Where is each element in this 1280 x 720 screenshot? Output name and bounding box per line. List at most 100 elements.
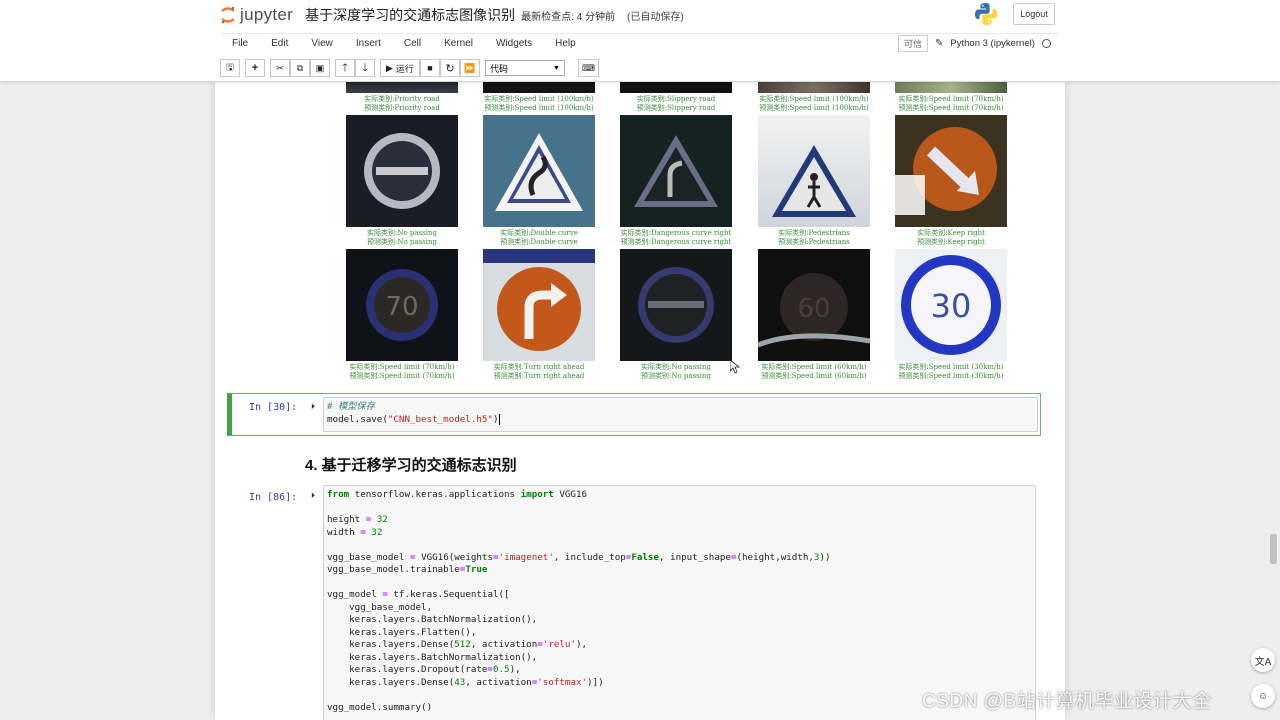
save-button[interactable]: 🖫 <box>220 59 240 77</box>
cut-button[interactable]: ✂ <box>270 59 290 77</box>
move-up-button[interactable]: 🡑 <box>335 59 355 77</box>
sign-image-speed-limit-60: 60 <box>758 249 870 361</box>
code-cell-30[interactable]: In [30]: ⏵ # 模型保存 model.save("CNN_best_m… <box>227 393 1041 436</box>
caption-14: 实际类别:Speed limit (60km/h) 预测类别:Speed limi… <box>734 363 894 381</box>
mouse-cursor-icon <box>730 360 740 374</box>
assistant-button[interactable]: ☺ <box>1251 684 1275 708</box>
page-scrollbar[interactable] <box>1270 534 1277 564</box>
trusted-badge[interactable]: 可信 <box>898 35 929 52</box>
sign-image-speed-limit-100 <box>483 82 595 93</box>
menu-kernel[interactable]: Kernel <box>444 38 473 49</box>
cell-prompt: In [86]: <box>249 492 298 503</box>
prediction-output-grid: 实际类别:Priority road 预测类别:Priority road 实际类… <box>215 82 1065 392</box>
run-cell-icon[interactable]: ⏵ <box>311 491 315 501</box>
caption-predicted: 预测类别:Pedestrians <box>778 238 850 246</box>
notebook-name[interactable]: 基于深度学习的交通标志图像识别 <box>305 5 515 25</box>
title-row: jupyter 基于深度学习的交通标志图像识别 最新检查点: 4 分钟前 (已自… <box>220 0 1060 30</box>
code-editor[interactable]: # 模型保存 model.save("CNN_best_model.h5") <box>323 397 1038 432</box>
caption-actual: 实际类别:Speed limit (100km/h) <box>759 95 869 103</box>
arrow-down-icon: 🡓 <box>362 61 368 74</box>
cell-type-value: 代码 <box>489 63 508 74</box>
code-cell-86[interactable]: In [86]: ⏵ from tensorflow.keras.applica… <box>227 485 1041 720</box>
scissors-icon: ✂ <box>276 62 284 73</box>
caption-predicted: 预测类别:Speed limit (100km/h) <box>759 104 869 112</box>
caption-actual: 实际类别:Speed limit (70km/h) <box>349 363 455 371</box>
sign-image-slippery-road <box>620 82 732 93</box>
cell-prompt: In [30]: <box>249 402 298 413</box>
section-heading: 4. 基于迁移学习的交通标志识别 <box>305 457 517 474</box>
caption-actual: 实际类别:Priority road <box>364 95 440 103</box>
caption-predicted: 预测类别:Speed limit (70km/h) <box>349 372 455 380</box>
caption-actual: 实际类别:Speed limit (70km/h) <box>898 95 1004 103</box>
jupyter-logo[interactable]: jupyter <box>220 5 293 25</box>
sign-image-no-passing-b <box>620 249 732 361</box>
jupyter-logo-icon <box>221 6 235 24</box>
sign-image-dangerous-curve-right <box>620 115 732 227</box>
caption-11: 实际类别:Speed limit (70km/h) 预测类别:Speed limi… <box>322 363 482 381</box>
code-text: model.save( <box>327 413 388 425</box>
sign-image-no-passing <box>346 115 458 227</box>
menu-widgets[interactable]: Widgets <box>496 38 532 49</box>
text-cursor <box>498 413 500 425</box>
menu-view[interactable]: View <box>311 38 333 49</box>
insert-cell-button[interactable]: + <box>245 59 265 77</box>
notebook-header: jupyter 基于深度学习的交通标志图像识别 最新检查点: 4 分钟前 (已自… <box>0 0 1280 82</box>
kernel-name: Python 3 (ipykernel) <box>950 38 1035 49</box>
keyboard-icon: ⌨ <box>581 62 595 73</box>
cell-type-select[interactable]: 代码 ▼ <box>484 60 565 76</box>
autosave-status: (已自动保存) <box>627 11 684 23</box>
restart-run-all-button[interactable]: ⏩ <box>459 59 480 77</box>
code-text: ) <box>492 413 499 425</box>
interrupt-button[interactable]: ■ <box>419 59 440 77</box>
logout-button[interactable]: Logout <box>1013 3 1055 25</box>
sign-image-keep-right <box>895 115 1007 227</box>
sign-image-speed-limit-70b: 70 <box>346 249 458 361</box>
watermark: CSDN @B站计算机毕业设计大全 <box>922 691 1212 712</box>
python-logo-icon <box>975 3 997 25</box>
sign-image-double-curve <box>483 115 595 227</box>
caption-predicted: 预测类别:Speed limit (60km/h) <box>761 372 867 380</box>
command-palette-button[interactable]: ⌨ <box>577 59 599 77</box>
code-editor[interactable]: from tensorflow.keras.applications impor… <box>323 485 1036 720</box>
sign-image-speed-limit-30: 30 <box>895 249 1007 361</box>
caption-9: 实际类别:Pedestrians 预测类别:Pedestrians <box>734 229 894 247</box>
restart-icon: ↻ <box>445 62 455 75</box>
menu-file[interactable]: File <box>232 38 248 49</box>
caption-3: 实际类别:Slippery road 预测类别:Slippery road <box>596 95 756 113</box>
caption-6: 实际类别:No passing 预测类别:No passing <box>322 229 482 247</box>
code-string: "CNN_best_model.h5" <box>387 413 493 425</box>
translate-button[interactable]: 文A <box>1251 648 1275 672</box>
chevron-down-icon: ▼ <box>553 64 560 72</box>
assistant-icon: ☺ <box>1257 690 1269 702</box>
caption-2: 实际类别:Speed limit (100km/h) 预测类别:Speed lim… <box>459 95 619 113</box>
sign-image-speed-limit-100b <box>758 82 870 93</box>
menu-help[interactable]: Help <box>555 38 576 49</box>
fast-forward-icon: ⏩ <box>464 62 476 73</box>
pencil-icon[interactable]: ✎ <box>935 38 943 49</box>
move-down-button[interactable]: 🡓 <box>355 59 375 77</box>
caption-4: 实际类别:Speed limit (100km/h) 预测类别:Speed lim… <box>734 95 894 113</box>
caption-predicted: 预测类别:Speed limit (100km/h) <box>484 104 594 112</box>
copy-button[interactable]: ⧉ <box>290 59 310 77</box>
paste-button[interactable]: ▣ <box>310 59 330 77</box>
menu-edit[interactable]: Edit <box>271 38 288 49</box>
restart-button[interactable]: ↻ <box>439 59 460 77</box>
run-cell-icon[interactable]: ⏵ <box>311 402 315 412</box>
sign-image-speed-limit-70 <box>895 82 1007 93</box>
plus-icon: + <box>251 62 259 74</box>
caption-predicted: 预测类别:Priority road <box>364 104 440 112</box>
notebook-container: 实际类别:Priority road 预测类别:Priority road 实际类… <box>215 82 1065 720</box>
svg-text:70: 70 <box>385 292 418 322</box>
run-label: 运行 <box>395 63 414 74</box>
svg-text:60: 60 <box>797 294 830 324</box>
code-comment: # 模型保存 <box>327 401 375 412</box>
sign-image-turn-right-ahead <box>483 249 595 361</box>
menu-cell[interactable]: Cell <box>404 38 421 49</box>
caption-5: 实际类别:Speed limit (70km/h) 预测类别:Speed limi… <box>871 95 1031 113</box>
caption-1: 实际类别:Priority road 预测类别:Priority road <box>322 95 482 113</box>
menu-insert[interactable]: Insert <box>356 38 381 49</box>
caption-predicted: 预测类别:Turn right ahead <box>493 372 585 380</box>
run-button[interactable]: ▶ 运行 <box>380 59 420 77</box>
caption-actual: 实际类别:Dangerous curve right <box>620 229 732 237</box>
kernel-status-icon <box>1041 39 1051 48</box>
